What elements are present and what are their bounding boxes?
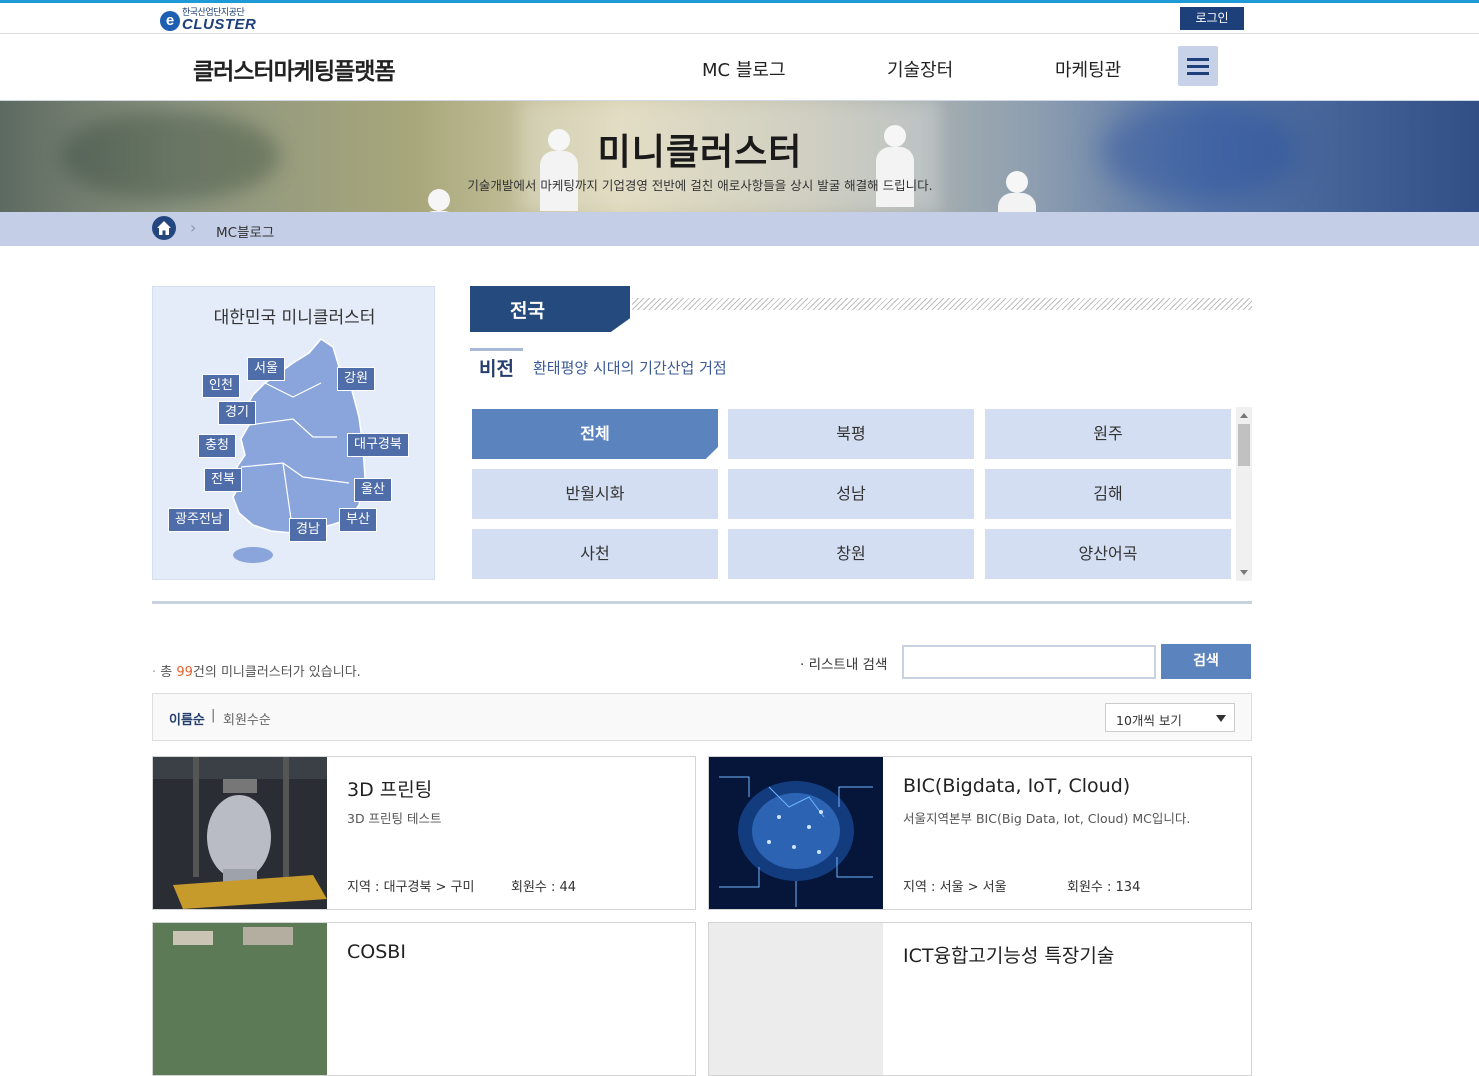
- card-members: 회원수 : 134: [1067, 880, 1141, 895]
- main-nav-bar: 클러스터마케팅플랫폼 MC 블로그 기술장터 마케팅관: [0, 34, 1479, 101]
- region-busan[interactable]: 부산: [339, 508, 377, 532]
- region-gangwon[interactable]: 강원: [337, 367, 375, 391]
- area-button[interactable]: 사천: [472, 529, 718, 579]
- logo-wordmark: CLUSTER: [182, 16, 257, 33]
- card-description: 서울지역본부 BIC(Big Data, Iot, Cloud) MC입니다.: [903, 811, 1191, 826]
- cluster-card[interactable]: COSBI: [152, 922, 696, 1076]
- breadcrumb: › MC블로그: [0, 212, 1479, 246]
- area-button[interactable]: 김해: [985, 469, 1231, 519]
- area-button[interactable]: 북평: [728, 409, 974, 459]
- area-button[interactable]: 창원: [728, 529, 974, 579]
- count-number: 99: [176, 665, 193, 680]
- e-cluster-logo[interactable]: e 한국산업단지공단 CLUSTER: [160, 5, 270, 33]
- vision-text: 환태평양 시대의 기간산업 거점: [533, 359, 727, 377]
- utility-bar: e 한국산업단지공단 CLUSTER 로그인: [0, 3, 1479, 34]
- hatch-divider: [632, 298, 1252, 310]
- card-thumbnail: [709, 757, 883, 909]
- search-label: · 리스트내 검색: [800, 657, 888, 673]
- login-button[interactable]: 로그인: [1180, 7, 1244, 30]
- count-prefix: 총: [160, 665, 177, 680]
- hamburger-menu-icon[interactable]: [1178, 46, 1218, 86]
- region-chungcheong[interactable]: 충청: [198, 434, 236, 458]
- chevron-down-icon: [1216, 715, 1226, 722]
- region-incheon[interactable]: 인천: [202, 374, 240, 398]
- region-gyeongnam[interactable]: 경남: [289, 518, 327, 542]
- region-ulsan[interactable]: 울산: [354, 478, 392, 502]
- card-members: 회원수 : 44: [511, 880, 577, 895]
- 3d-printer-image: [153, 757, 327, 909]
- area-button[interactable]: 성남: [728, 469, 974, 519]
- region-seoul[interactable]: 서울: [247, 357, 285, 381]
- count-suffix: 건의 미니클러스터가 있습니다.: [192, 665, 361, 680]
- area-button-all[interactable]: 전체: [472, 409, 718, 459]
- sort-by-members[interactable]: 회원수순: [223, 709, 271, 728]
- vision-accent: [470, 348, 523, 351]
- region-daegu-gyeongbuk[interactable]: 대구경북: [347, 433, 409, 457]
- card-region: 지역 : 대구경북 > 구미: [347, 880, 475, 895]
- card-description: 3D 프린팅 테스트: [347, 811, 442, 826]
- card-title[interactable]: BIC(Bigdata, IoT, Cloud): [903, 775, 1130, 797]
- area-grid: 전체 북평 원주 반월시화 성남 김해 사천 창원 양산어곡: [470, 407, 1252, 581]
- breadcrumb-current[interactable]: MC블로그: [216, 221, 274, 241]
- region-gyeonggi[interactable]: 경기: [218, 401, 256, 425]
- area-button[interactable]: 원주: [985, 409, 1231, 459]
- region-tab-nationwide: 전국: [470, 286, 630, 332]
- card-title[interactable]: ICT융합고기능성 특장기술: [903, 941, 1114, 968]
- card-thumbnail: [709, 923, 883, 1075]
- chevron-right-icon: ›: [190, 218, 197, 237]
- banner-subtitle: 기술개발에서 마케팅까지 기업경영 전반에 걸친 애로사항들을 상시 발굴 해결…: [467, 178, 933, 193]
- card-thumbnail: [153, 757, 327, 909]
- hero-banner: 미니클러스터 기술개발에서 마케팅까지 기업경영 전반에 걸친 애로사항들을 상…: [0, 101, 1479, 212]
- card-title[interactable]: COSBI: [347, 941, 406, 963]
- scroll-up-icon[interactable]: [1240, 413, 1248, 418]
- nav-marketing-hall[interactable]: 마케팅관: [1055, 56, 1121, 82]
- sort-separator: |: [211, 708, 216, 723]
- sort-by-name[interactable]: 이름순: [169, 709, 205, 728]
- card-title[interactable]: 3D 프린팅: [347, 775, 432, 802]
- area-grid-scrollbar[interactable]: [1236, 407, 1252, 581]
- nav-tech-market[interactable]: 기술장터: [887, 56, 953, 82]
- circuit-brain-image: [709, 757, 883, 909]
- home-icon[interactable]: [152, 216, 176, 240]
- region-gwangju-jeonnam[interactable]: 광주전남: [168, 508, 230, 532]
- cluster-card[interactable]: ICT융합고기능성 특장기술: [708, 922, 1252, 1076]
- region-jeonbuk[interactable]: 전북: [204, 468, 242, 492]
- page-size-select[interactable]: 10개씩 보기: [1105, 703, 1235, 732]
- scrollbar-thumb[interactable]: [1238, 424, 1250, 466]
- search-input[interactable]: [902, 645, 1156, 679]
- scroll-down-icon[interactable]: [1240, 570, 1248, 575]
- card-thumbnail: [153, 923, 327, 1075]
- logo-e-icon: e: [160, 11, 180, 31]
- cluster-card[interactable]: BIC(Bigdata, IoT, Cloud) 서울지역본부 BIC(Big …: [708, 756, 1252, 910]
- section-divider: [152, 601, 1252, 604]
- sort-bar: 이름순 | 회원수순 10개씩 보기: [152, 693, 1252, 741]
- korea-map-panel: 대한민국 미니클러스터 서울 인천 강원 경기 충청 대구경북 전북 울산 광주…: [152, 286, 435, 580]
- search-button[interactable]: 검색: [1161, 644, 1251, 679]
- nav-mc-blog[interactable]: MC 블로그: [702, 56, 786, 82]
- site-title[interactable]: 클러스터마케팅플랫폼: [193, 52, 396, 86]
- cluster-card[interactable]: 3D 프린팅 3D 프린팅 테스트 지역 : 대구경북 > 구미 회원수 : 4…: [152, 756, 696, 910]
- vision-label: 비전: [479, 358, 514, 380]
- banner-title: 미니클러스터: [597, 132, 803, 173]
- area-button[interactable]: 양산어곡: [985, 529, 1231, 579]
- area-button[interactable]: 반월시화: [472, 469, 718, 519]
- aerial-town-image: [153, 923, 327, 1075]
- result-count: · 총 99건의 미니클러스터가 있습니다.: [152, 665, 361, 680]
- card-region: 지역 : 서울 > 서울: [903, 880, 1007, 895]
- page-size-value: 10개씩 보기: [1116, 713, 1182, 728]
